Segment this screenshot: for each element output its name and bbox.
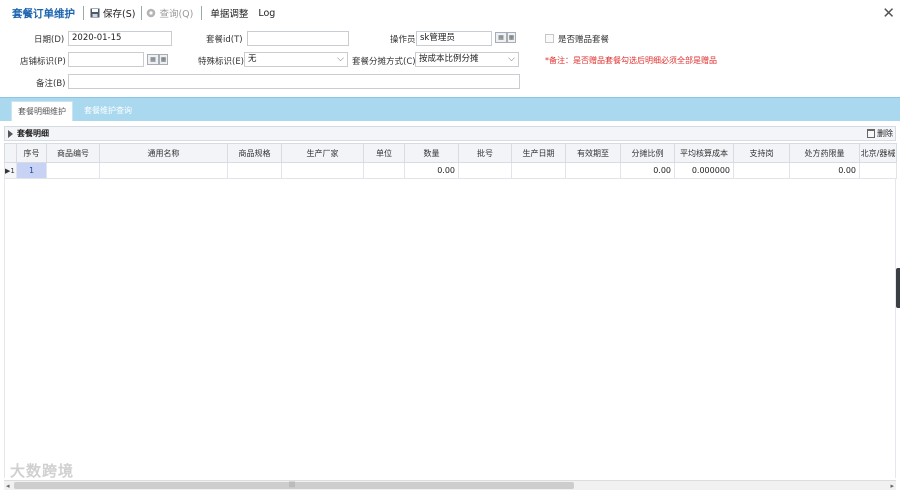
save-icon — [90, 8, 100, 18]
column-header[interactable]: 平均核算成本 — [674, 143, 734, 163]
cell-unit[interactable] — [363, 162, 405, 179]
cell-expiry[interactable] — [565, 162, 621, 179]
column-header[interactable]: 北京/器械 — [859, 143, 897, 163]
adjust-button[interactable]: 单据调整 — [210, 6, 248, 20]
column-header[interactable]: 支持岗 — [733, 143, 790, 163]
row-marker[interactable]: ▶1 — [4, 162, 17, 179]
trash-icon — [867, 129, 875, 138]
cell-batch[interactable] — [458, 162, 512, 179]
tab-package-query[interactable]: 套餐维护查询 — [78, 101, 138, 121]
toolbar-divider — [141, 6, 143, 20]
query-label: 查询(Q) — [159, 9, 194, 20]
note-label: 备注(B) — [36, 79, 66, 89]
column-header[interactable]: 处方药限量 — [789, 143, 860, 163]
tab-bar: 套餐明细维护 套餐维护查询 — [0, 97, 900, 121]
grid-empty-area — [4, 178, 896, 478]
column-header[interactable]: 有效期至 — [565, 143, 621, 163]
column-header[interactable]: 单位 — [363, 143, 405, 163]
grid-caption: 套餐明细 删除 — [4, 126, 896, 141]
toolbar-divider — [201, 6, 203, 20]
collapse-icon[interactable] — [8, 130, 13, 138]
special-select[interactable]: 无 ⌵ — [244, 52, 348, 67]
cell-quantity[interactable]: 0.00 — [404, 162, 459, 179]
close-icon[interactable]: ✕ — [882, 4, 895, 22]
store-clear-icon[interactable]: ▦ — [159, 54, 168, 65]
note-field[interactable] — [68, 74, 520, 89]
table-header-row: 序号 商品编号 通用名称 商品规格 生产厂家 单位 数量 批号 生产日期 有效期… — [4, 143, 897, 163]
column-header[interactable]: 生产厂家 — [281, 143, 364, 163]
cell-split-ratio[interactable]: 0.00 — [620, 162, 675, 179]
detail-table: 序号 商品编号 通用名称 商品规格 生产厂家 单位 数量 批号 生产日期 有效期… — [4, 143, 897, 179]
gift-warning-text: *备注：是否赠品套餐勾选后明细必须全部是赠品 — [545, 56, 717, 65]
operator-clear-icon[interactable]: ▦ — [507, 32, 516, 43]
column-header[interactable]: 商品规格 — [227, 143, 282, 163]
chevron-down-icon: ⌵ — [337, 54, 344, 64]
operator-field[interactable]: sk管理员 — [416, 31, 492, 46]
operator-label: 操作员 — [390, 35, 416, 45]
scroll-left-icon[interactable]: ◂ — [6, 482, 10, 490]
special-label: 特殊标识(E) — [198, 57, 245, 67]
log-button[interactable]: Log — [258, 8, 275, 19]
split-select-value: 按成本比例分摊 — [419, 54, 479, 64]
query-button[interactable]: 查询(Q) — [146, 6, 193, 20]
gift-package-label: 是否赠品套餐 — [558, 35, 610, 45]
save-button[interactable]: 保存(S) — [90, 6, 135, 20]
column-header[interactable]: 商品编号 — [46, 143, 100, 163]
cell-product-code[interactable] — [46, 162, 100, 179]
cell-manufacturer[interactable] — [281, 162, 364, 179]
side-handle[interactable] — [896, 268, 900, 308]
save-label: 保存(S) — [103, 9, 136, 20]
cell-beijing-device[interactable] — [859, 162, 897, 179]
toolbar: 套餐订单维护 保存(S) 查询(Q) 单据调整 Log ✕ — [0, 0, 900, 26]
watermark: 大数跨境 — [10, 462, 75, 480]
store-label: 店铺标识(P) — [20, 57, 66, 67]
cell-generic-name[interactable] — [99, 162, 228, 179]
column-header[interactable]: 序号 — [16, 143, 47, 163]
store-picker-icon[interactable]: ▦ — [147, 54, 159, 65]
delete-label: 删除 — [877, 129, 893, 138]
scroll-right-icon[interactable]: ▸ — [890, 482, 894, 490]
grid-title: 套餐明细 — [17, 129, 49, 138]
delete-button[interactable]: 删除 — [867, 128, 893, 139]
cell-seq[interactable]: 1 — [16, 162, 47, 179]
column-header[interactable]: 生产日期 — [511, 143, 566, 163]
cell-support[interactable] — [733, 162, 790, 179]
date-field[interactable]: 2020-01-15 — [68, 31, 172, 46]
column-header[interactable]: 分摊比例 — [620, 143, 675, 163]
column-header[interactable]: 批号 — [458, 143, 512, 163]
cell-avg-cost[interactable]: 0.000000 — [674, 162, 734, 179]
split-label: 套餐分摊方式(C) — [352, 57, 416, 67]
tab-package-detail[interactable]: 套餐明细维护 — [11, 101, 73, 121]
store-field[interactable] — [68, 52, 144, 67]
cell-production-date[interactable] — [511, 162, 566, 179]
table-row[interactable]: ▶1 1 0.00 0.00 0.000000 0.00 — [4, 162, 897, 179]
column-header[interactable]: 数量 — [404, 143, 459, 163]
window-title: 套餐订单维护 — [12, 7, 75, 20]
chevron-down-icon: ⌵ — [508, 54, 515, 64]
gift-package-checkbox[interactable] — [545, 34, 554, 43]
toolbar-divider — [83, 6, 84, 20]
package-id-label: 套餐id(T) — [206, 35, 243, 45]
special-select-value: 无 — [248, 54, 257, 64]
query-icon — [147, 8, 156, 18]
horizontal-scrollbar[interactable]: ◂ ||| ▸ — [4, 480, 896, 490]
package-id-field[interactable] — [247, 31, 349, 46]
cell-spec[interactable] — [227, 162, 282, 179]
split-select[interactable]: 按成本比例分摊 ⌵ — [415, 52, 519, 67]
cell-rx-limit[interactable]: 0.00 — [789, 162, 860, 179]
date-label: 日期(D) — [34, 35, 65, 45]
column-header-rowmark — [4, 143, 17, 163]
operator-picker-icon[interactable]: ▦ — [495, 32, 507, 43]
column-header[interactable]: 通用名称 — [99, 143, 228, 163]
grip-icon: ||| — [289, 481, 296, 488]
